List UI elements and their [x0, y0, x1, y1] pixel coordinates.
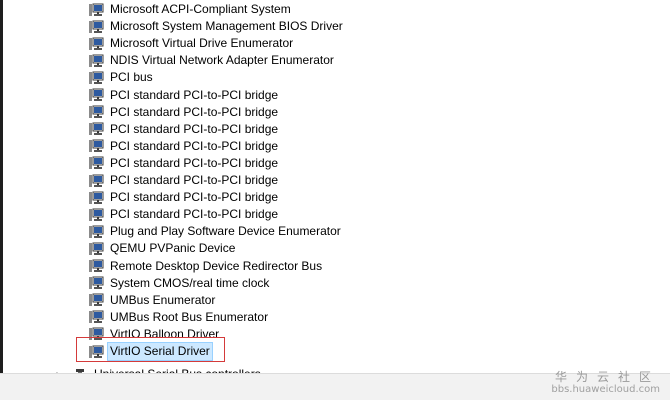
- device-label: PCI bus: [110, 70, 153, 85]
- device-item[interactable]: PCI standard PCI-to-PCI bridge: [88, 172, 280, 189]
- tree-row: PCI bus: [4, 69, 670, 86]
- device-label: Plug and Play Software Device Enumerator: [110, 224, 341, 239]
- device-label: UMBus Root Bus Enumerator: [110, 309, 269, 324]
- tree-row: NDIS Virtual Network Adapter Enumerator: [4, 52, 670, 69]
- tree-row: Remote Desktop Device Redirector Bus: [4, 258, 670, 275]
- system-device-icon: [88, 208, 104, 222]
- device-label: Microsoft Virtual Drive Enumerator: [110, 36, 294, 51]
- bottom-strip: 华为云社区 bbs.huaweicloud.com: [0, 370, 670, 400]
- device-label: PCI standard PCI-to-PCI bridge: [110, 190, 279, 205]
- device-item[interactable]: PCI standard PCI-to-PCI bridge: [88, 155, 280, 172]
- device-item[interactable]: PCI standard PCI-to-PCI bridge: [88, 104, 280, 121]
- device-item[interactable]: Microsoft Virtual Drive Enumerator: [88, 35, 295, 52]
- system-device-icon: [88, 225, 104, 239]
- device-label: PCI standard PCI-to-PCI bridge: [110, 121, 279, 136]
- system-device-icon: [88, 139, 104, 153]
- tree-row: PCI standard PCI-to-PCI bridge: [4, 189, 670, 206]
- device-item[interactable]: System CMOS/real time clock: [88, 275, 271, 292]
- system-device-icon: [88, 88, 104, 102]
- device-label: PCI standard PCI-to-PCI bridge: [110, 138, 279, 153]
- device-item[interactable]: UMBus Enumerator: [88, 292, 217, 309]
- device-item[interactable]: QEMU PVPanic Device: [88, 240, 237, 257]
- tree-row: QEMU PVPanic Device: [4, 240, 670, 257]
- tree-row: Microsoft ACPI-Compliant System: [4, 1, 670, 18]
- system-device-icon: [88, 37, 104, 51]
- device-item[interactable]: PCI bus: [88, 69, 155, 86]
- tree-row: PCI standard PCI-to-PCI bridge: [4, 172, 670, 189]
- system-device-icon: [88, 174, 104, 188]
- tree-row: Microsoft Virtual Drive Enumerator: [4, 35, 670, 52]
- system-device-icon: [88, 293, 104, 307]
- device-label: Microsoft System Management BIOS Driver: [110, 19, 343, 34]
- system-device-icon: [88, 3, 104, 17]
- watermark-url: bbs.huaweicloud.com: [551, 384, 660, 395]
- tree-row: VirtIO Balloon Driver: [4, 326, 670, 343]
- watermark: 华为云社区 bbs.huaweicloud.com: [551, 370, 660, 396]
- tree-row: UMBus Root Bus Enumerator: [4, 309, 670, 326]
- device-label: VirtIO Serial Driver: [107, 342, 213, 361]
- device-item[interactable]: Microsoft ACPI-Compliant System: [88, 1, 293, 18]
- device-item[interactable]: PCI standard PCI-to-PCI bridge: [88, 206, 280, 223]
- system-device-icon: [88, 156, 104, 170]
- device-label: UMBus Enumerator: [110, 292, 216, 307]
- device-label: System CMOS/real time clock: [110, 275, 270, 290]
- watermark-title: 华为云社区: [554, 370, 660, 384]
- system-device-icon: [88, 310, 104, 324]
- tree-row: UMBus Enumerator: [4, 292, 670, 309]
- tree-row: VirtIO Serial Driver: [4, 342, 670, 361]
- system-device-icon: [88, 122, 104, 136]
- tree-row: PCI standard PCI-to-PCI bridge: [4, 155, 670, 172]
- system-device-icon: [88, 327, 104, 341]
- device-item[interactable]: PCI standard PCI-to-PCI bridge: [88, 138, 280, 155]
- tree-row: Microsoft System Management BIOS Driver: [4, 18, 670, 35]
- device-item[interactable]: UMBus Root Bus Enumerator: [88, 309, 270, 326]
- device-item[interactable]: Microsoft System Management BIOS Driver: [88, 18, 345, 35]
- system-device-icon: [88, 20, 104, 34]
- tree-row: PCI standard PCI-to-PCI bridge: [4, 206, 670, 223]
- window-left-edge: [0, 0, 3, 400]
- device-label: QEMU PVPanic Device: [110, 241, 236, 256]
- system-device-icon: [88, 105, 104, 119]
- device-item-selected[interactable]: VirtIO Serial Driver: [88, 342, 213, 361]
- device-label: Microsoft ACPI-Compliant System: [110, 2, 291, 16]
- device-item[interactable]: PCI standard PCI-to-PCI bridge: [88, 189, 280, 206]
- tree-row: PCI standard PCI-to-PCI bridge: [4, 87, 670, 104]
- tree-row: PCI standard PCI-to-PCI bridge: [4, 138, 670, 155]
- system-device-icon: [88, 345, 104, 359]
- system-device-icon: [88, 191, 104, 205]
- tree-row: System CMOS/real time clock: [4, 275, 670, 292]
- device-label: NDIS Virtual Network Adapter Enumerator: [110, 53, 334, 68]
- device-item[interactable]: NDIS Virtual Network Adapter Enumerator: [88, 52, 336, 69]
- device-label: VirtIO Balloon Driver: [110, 326, 220, 341]
- tree-row: PCI standard PCI-to-PCI bridge: [4, 121, 670, 138]
- device-label: PCI standard PCI-to-PCI bridge: [110, 155, 279, 170]
- device-label: PCI standard PCI-to-PCI bridge: [110, 173, 279, 187]
- system-device-icon: [88, 259, 104, 273]
- device-item[interactable]: VirtIO Balloon Driver: [88, 326, 221, 343]
- device-manager-tree: Microsoft ACPI-Compliant System Microsoft…: [4, 0, 670, 400]
- tree-row: PCI standard PCI-to-PCI bridge: [4, 104, 670, 121]
- device-item[interactable]: PCI standard PCI-to-PCI bridge: [88, 121, 280, 138]
- device-label: PCI standard PCI-to-PCI bridge: [110, 87, 279, 102]
- device-label: Remote Desktop Device Redirector Bus: [110, 258, 323, 273]
- system-device-icon: [88, 54, 104, 68]
- tree-row: Plug and Play Software Device Enumerator: [4, 223, 670, 240]
- device-item[interactable]: Plug and Play Software Device Enumerator: [88, 223, 343, 240]
- system-device-icon: [88, 71, 104, 85]
- device-item[interactable]: PCI standard PCI-to-PCI bridge: [88, 87, 280, 104]
- system-device-icon: [88, 276, 104, 290]
- device-label: PCI standard PCI-to-PCI bridge: [110, 104, 279, 119]
- device-item[interactable]: Remote Desktop Device Redirector Bus: [88, 258, 324, 275]
- device-label: PCI standard PCI-to-PCI bridge: [110, 207, 279, 222]
- system-device-icon: [88, 242, 104, 256]
